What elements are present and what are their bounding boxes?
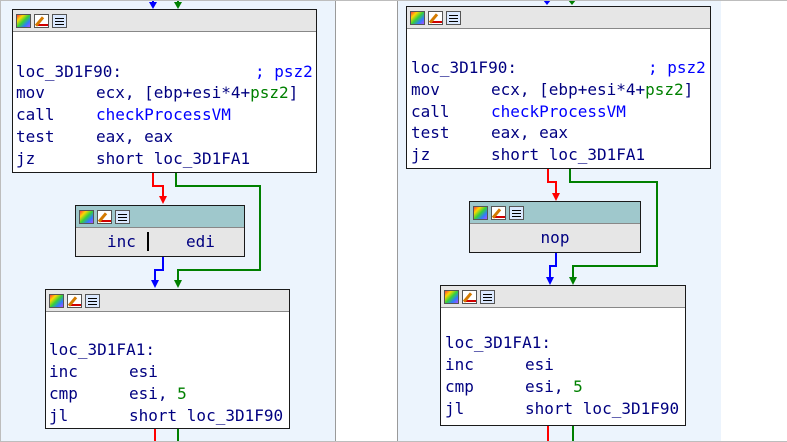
graph-overview-icon[interactable]: [79, 209, 94, 224]
edit-node-icon[interactable]: [97, 209, 112, 224]
call-target: checkProcessVM: [491, 102, 626, 121]
block-comment: ; psz2: [255, 62, 313, 81]
edit-node-icon[interactable]: [491, 205, 506, 220]
edit-node-icon[interactable]: [34, 13, 49, 28]
asm-line[interactable]: jl short loc_3D1F90: [445, 399, 679, 418]
node-toolbar: [470, 202, 640, 224]
node-toolbar: [76, 206, 244, 228]
asm-line[interactable]: mov ecx, [ebp+esi*4+psz2]: [16, 83, 298, 102]
right-block-nop[interactable]: nop: [469, 201, 641, 253]
left-block-loc-3d1fa1[interactable]: loc_3D1FA1: inc esi cmp esi, 5 jl short loc…: [45, 289, 290, 429]
asm-line[interactable]: inc esi: [49, 362, 158, 381]
edit-node-icon[interactable]: [462, 289, 477, 304]
asm-line[interactable]: test eax, eax: [16, 127, 173, 146]
asm-line[interactable]: cmp esi, 5: [49, 384, 187, 403]
asm-line[interactable]: cmp esi, 5: [445, 377, 583, 396]
asm-line[interactable]: inc esi: [445, 355, 554, 374]
left-block-loc-3d1f90[interactable]: loc_3D1F90: ; psz2 mov ecx, [ebp+esi*4+ps…: [12, 9, 317, 173]
node-toolbar: [13, 10, 316, 32]
asm-line[interactable]: jz short loc_3D1FA1: [16, 149, 250, 168]
asm-line[interactable]: call checkProcessVM: [16, 105, 231, 124]
asm-line[interactable]: call checkProcessVM: [411, 102, 626, 121]
text-view-icon[interactable]: [480, 289, 495, 304]
block-label[interactable]: loc_3D1F90:: [411, 58, 517, 77]
block-comment: ; psz2: [648, 58, 706, 77]
asm-mnemonic[interactable]: inc: [107, 232, 136, 251]
asm-line[interactable]: mov ecx, [ebp+esi*4+psz2]: [411, 80, 693, 99]
asm-mnemonic[interactable]: nop: [470, 228, 640, 247]
text-view-icon[interactable]: [509, 205, 524, 220]
node-toolbar: [441, 286, 685, 308]
operand: ecx, [ebp+esi*4+psz2]: [96, 83, 299, 102]
block-label[interactable]: loc_3D1F90:: [16, 62, 122, 81]
asm-operand[interactable]: edi: [186, 232, 215, 251]
text-cursor: [147, 232, 149, 251]
node-toolbar: [46, 290, 289, 312]
block-label[interactable]: loc_3D1FA1:: [445, 333, 551, 352]
text-view-icon[interactable]: [52, 13, 67, 28]
edit-node-icon[interactable]: [67, 293, 82, 308]
right-block-loc-3d1fa1[interactable]: loc_3D1FA1: inc esi cmp esi, 5 jl short loc…: [440, 285, 686, 426]
node-toolbar: [407, 7, 710, 29]
call-target: checkProcessVM: [96, 105, 231, 124]
right-block-loc-3d1f90[interactable]: loc_3D1F90: ; psz2 mov ecx, [ebp+esi*4+ps…: [406, 6, 711, 169]
graph-overview-icon[interactable]: [49, 293, 64, 308]
graph-overview-icon[interactable]: [473, 205, 488, 220]
left-block-inc-edi[interactable]: inc edi: [75, 205, 245, 257]
graph-overview-icon[interactable]: [16, 13, 31, 28]
text-view-icon[interactable]: [446, 10, 461, 25]
block-label[interactable]: loc_3D1FA1:: [49, 340, 155, 359]
asm-line[interactable]: jl short loc_3D1F90: [49, 406, 283, 425]
asm-line[interactable]: jz short loc_3D1FA1: [411, 145, 645, 164]
text-view-icon[interactable]: [115, 209, 130, 224]
graph-overview-icon[interactable]: [444, 289, 459, 304]
edit-node-icon[interactable]: [428, 10, 443, 25]
asm-line[interactable]: test eax, eax: [411, 123, 568, 142]
graph-overview-icon[interactable]: [410, 10, 425, 25]
text-view-icon[interactable]: [85, 293, 100, 308]
